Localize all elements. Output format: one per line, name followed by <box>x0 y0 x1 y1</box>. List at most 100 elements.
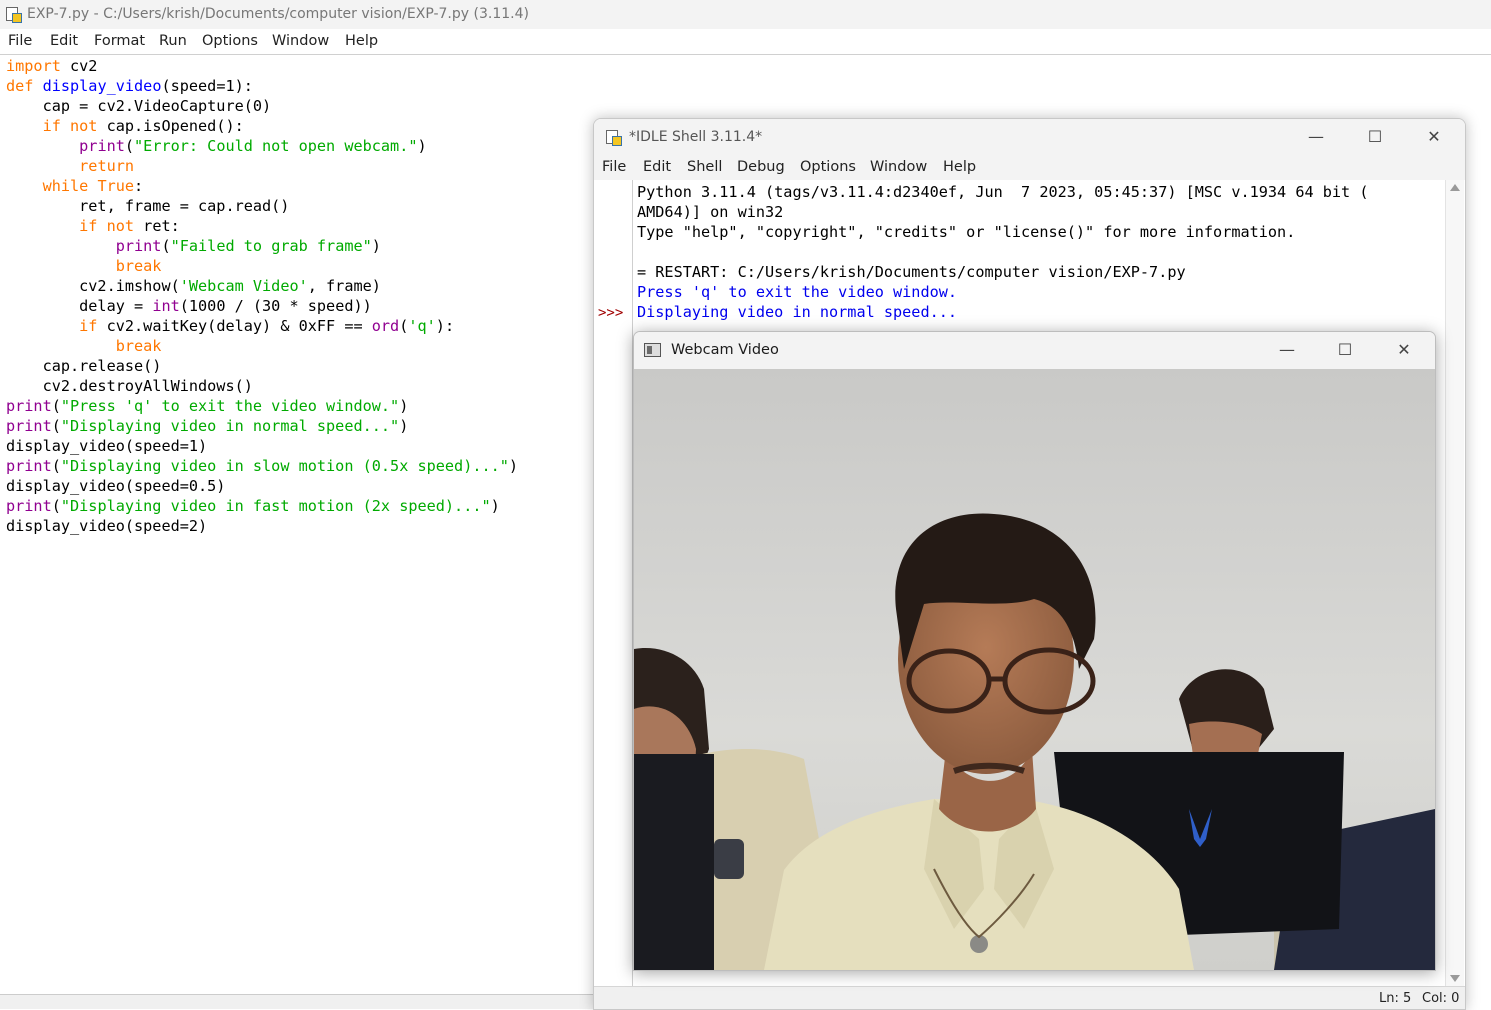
code-line: if cv2.waitKey(delay) & 0xFF == ord('q')… <box>6 316 518 336</box>
code-token: display_video(speed=1) <box>6 437 208 455</box>
code-token: while <box>42 177 89 195</box>
code-token: cv2.destroyAllWindows() <box>6 377 253 395</box>
editor-menubar: File Edit Format Run Options Window Help <box>0 29 1491 55</box>
shell-line: Displaying video in normal speed... <box>637 302 1369 322</box>
code-token: if not <box>79 217 135 235</box>
code-token: "Displaying video in normal speed..." <box>60 417 400 435</box>
shell-minimize-button[interactable]: — <box>1293 119 1339 155</box>
code-token: ) <box>399 417 409 435</box>
shell-statusbar: Ln: 5 Col: 0 <box>594 986 1465 1009</box>
editor-menu-format[interactable]: Format <box>94 33 145 49</box>
code-token: "Error: Could not open webcam." <box>134 137 418 155</box>
code-token: : <box>134 177 144 195</box>
webcam-titlebar[interactable]: Webcam Video — ☐ ✕ <box>634 332 1435 369</box>
code-token: display_video(speed=0.5) <box>6 477 226 495</box>
shell-line: Type "help", "copyright", "credits" or "… <box>637 222 1369 242</box>
webcam-close-button[interactable]: ✕ <box>1381 332 1427 368</box>
code-token: "Displaying video in fast motion (2x spe… <box>60 497 491 515</box>
code-token: ( <box>124 137 135 155</box>
shell-vertical-scrollbar[interactable] <box>1445 180 1464 986</box>
shell-window-title: *IDLE Shell 3.11.4* <box>629 129 763 145</box>
code-line: cap.release() <box>6 356 518 376</box>
shell-menubar: File Edit Shell Debug Options Window Hel… <box>594 155 1465 180</box>
editor-horizontal-scrollbar[interactable] <box>0 994 594 1009</box>
shell-token: Displaying video in normal speed... <box>637 303 958 321</box>
code-token: int <box>152 297 180 315</box>
webcam-minimize-button[interactable]: — <box>1264 332 1310 368</box>
shell-line: = RESTART: C:/Users/krish/Documents/comp… <box>637 262 1369 282</box>
editor-menu-edit[interactable]: Edit <box>50 33 78 49</box>
code-token: cv2.imshow( <box>6 277 180 295</box>
shell-close-button[interactable]: ✕ <box>1411 119 1457 155</box>
close-icon: ✕ <box>1427 127 1441 146</box>
code-token: 'Webcam Video' <box>179 277 308 295</box>
code-token: "Displaying video in slow motion (0.5x s… <box>60 457 509 475</box>
code-token: print <box>6 497 52 515</box>
editor-menu-window[interactable]: Window <box>272 33 329 49</box>
code-token: break <box>115 337 162 355</box>
code-line: while True: <box>6 176 518 196</box>
code-token: ( <box>51 497 61 515</box>
code-token: cv2 <box>60 57 98 75</box>
code-line: break <box>6 256 518 276</box>
editor-menu-options[interactable]: Options <box>202 33 258 49</box>
code-token: 'q' <box>408 317 436 335</box>
editor-menu-run[interactable]: Run <box>159 33 187 49</box>
code-token: cap = cv2.VideoCapture(0) <box>6 97 272 115</box>
code-line: import cv2 <box>6 56 518 76</box>
python-file-icon <box>605 129 622 146</box>
webcam-maximize-button[interactable]: ☐ <box>1322 332 1368 368</box>
shell-titlebar[interactable]: *IDLE Shell 3.11.4* — ☐ ✕ <box>594 119 1465 155</box>
editor-code-area[interactable]: import cv2 def display_video(speed=1): ca… <box>6 56 518 536</box>
code-token: break <box>115 257 162 275</box>
code-line: if not ret: <box>6 216 518 236</box>
code-token: if not <box>42 117 98 135</box>
code-line: if not cap.isOpened(): <box>6 116 518 136</box>
code-token: cv2.waitKey(delay) & 0xFF == <box>97 317 372 335</box>
shell-menu-help[interactable]: Help <box>943 159 976 175</box>
scroll-up-arrow-icon[interactable] <box>1450 184 1460 191</box>
code-token: (1000 / (30 * speed)) <box>179 297 372 315</box>
shell-line: Python 3.11.4 (tags/v3.11.4:d2340ef, Jun… <box>637 182 1369 202</box>
code-line: return <box>6 156 518 176</box>
code-token: ( <box>51 417 61 435</box>
code-line: cv2.destroyAllWindows() <box>6 376 518 396</box>
shell-output-area[interactable]: Python 3.11.4 (tags/v3.11.4:d2340ef, Jun… <box>637 182 1369 322</box>
shell-menu-window[interactable]: Window <box>870 159 927 175</box>
code-token: ) <box>371 237 381 255</box>
code-token: "Press 'q' to exit the video window." <box>60 397 400 415</box>
editor-menu-help[interactable]: Help <box>345 33 378 49</box>
code-token: ): <box>435 317 455 335</box>
line-number-indicator: Ln: 5 <box>1379 991 1412 1006</box>
code-line: break <box>6 336 518 356</box>
shell-token: AMD64)] on win32 <box>637 203 784 221</box>
scroll-down-arrow-icon[interactable] <box>1450 975 1460 982</box>
code-line: delay = int(1000 / (30 * speed)) <box>6 296 518 316</box>
code-token: ret, frame = cap.read() <box>6 197 290 215</box>
code-token: cap.release() <box>6 357 162 375</box>
code-token: print <box>6 457 52 475</box>
shell-menu-debug[interactable]: Debug <box>737 159 785 175</box>
code-token: display_video <box>42 77 162 95</box>
code-token: ) <box>508 457 519 475</box>
shell-menu-edit[interactable]: Edit <box>643 159 671 175</box>
editor-titlebar[interactable]: EXP-7.py - C:/Users/krish/Documents/comp… <box>0 0 1491 29</box>
code-line: print("Press 'q' to exit the video windo… <box>6 396 518 416</box>
shell-menu-shell[interactable]: Shell <box>687 159 722 175</box>
code-line: print("Displaying video in fast motion (… <box>6 496 518 516</box>
code-line: print("Displaying video in normal speed.… <box>6 416 518 436</box>
shell-menu-file[interactable]: File <box>602 159 626 175</box>
shell-maximize-button[interactable]: ☐ <box>1352 119 1398 155</box>
maximize-icon: ☐ <box>1337 340 1353 359</box>
shell-menu-options[interactable]: Options <box>800 159 856 175</box>
editor-menu-file[interactable]: File <box>8 33 32 49</box>
code-token: ( <box>399 317 409 335</box>
code-token: print <box>115 237 162 255</box>
code-token: ) <box>490 497 500 515</box>
